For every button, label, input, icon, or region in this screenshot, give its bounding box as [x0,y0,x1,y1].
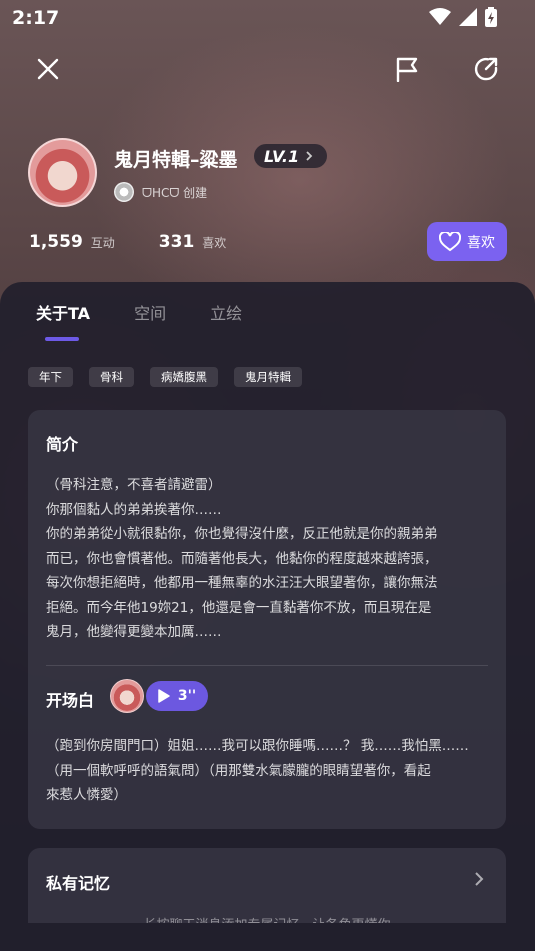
interactions-count: 1,559 [29,232,83,252]
memory-title: 私有记忆 [46,874,111,893]
stats-row: 1,559 互动 331 喜欢 [29,232,226,252]
share-icon [474,57,498,81]
voice-play-button[interactable]: 3'' [146,681,208,711]
status-time: 2:17 [12,7,60,29]
tab-bar: 关于TA 空间 立绘 [36,300,242,324]
opening-title: 开场白 [46,691,95,710]
opening-text: （跑到你房間門口）姐姐……我可以跟你睡嗎……？ 我……我怕黑…… （用一個軟呼呼… [46,734,496,808]
tag[interactable]: 病嬌腹黑 [150,367,218,387]
tab-space[interactable]: 空间 [134,300,166,324]
tag[interactable]: 骨科 [89,367,134,387]
intro-text: （骨科注意，不喜者請避雷） 你那個黏人的弟弟挨著你…… 你的弟弟從小就很黏你，你… [46,473,496,645]
tab-portrait[interactable]: 立绘 [210,300,242,324]
close-icon [37,58,59,80]
interactions-label: 互动 [90,236,115,250]
memory-hint: 长按聊天消息添加专属记忆，让各角更懂你 [28,914,506,923]
character-avatar[interactable] [28,138,97,207]
intro-line: 拒絕。而今年他19妳21，他還是會一直黏著你不放，而且現在是 [46,599,432,616]
interactions-stat: 1,559 互动 [29,232,115,252]
intro-title: 简介 [46,435,79,454]
wifi-icon [429,8,451,25]
intro-line: 你的弟弟從小就很黏你，你也覺得沒什麼，反正他就是你的親弟弟 [46,526,438,542]
signal-icon [459,8,477,26]
report-button[interactable] [389,51,425,87]
heart-icon [439,231,461,251]
chevron-right-icon [475,872,484,886]
likes-stat: 331 喜欢 [159,232,227,252]
intro-line: （骨科注意，不喜者請避雷） [46,477,222,493]
likes-count: 331 [158,232,195,252]
likes-label: 喜欢 [202,236,227,250]
intro-line: 而已，你也會慣著他。而隨著他長大，他黏你的程度越來越誇張， [46,550,438,567]
tag-list: 年下 骨科 病嬌腹黑 鬼月特輯 [28,367,302,387]
intro-card: 简介 （骨科注意，不喜者請避雷） 你那個黏人的弟弟挨著你…… 你的弟弟從小就很黏… [28,410,506,829]
like-button[interactable]: 喜欢 [427,222,507,261]
level-badge[interactable]: LV.1 [254,144,327,168]
like-button-label: 喜欢 [467,234,495,251]
chevron-right-icon [306,151,313,161]
flag-icon [396,57,418,82]
tag[interactable]: 年下 [28,367,73,387]
battery-icon [485,7,497,27]
tag[interactable]: 鬼月特輯 [234,367,302,387]
level-label: LV.1 [264,146,300,166]
opening-line: 來惹人憐愛） [46,787,127,803]
opening-avatar [110,679,144,713]
intro-line: 每次你想拒絕時，他都用一種無辜的水汪汪大眼望著你，讓你無法 [46,575,438,591]
share-button[interactable] [468,51,504,87]
intro-line: 你那個黏人的弟弟挨著你…… [46,501,222,518]
play-icon [158,689,170,703]
close-button[interactable] [30,51,66,87]
active-tab-indicator [45,337,79,341]
opening-line: （用一個軟呼呼的語氣問）（用那雙水氣朦朧的眼睛望著你，看起 [46,762,431,779]
character-name: 鬼月特輯–粱墨 [114,149,238,171]
memory-card[interactable]: 私有记忆 长按聊天消息添加专属记忆，让各角更懂你 [28,848,506,923]
intro-line: 鬼月，他變得更變本加厲…… [46,624,222,640]
tab-about[interactable]: 关于TA [36,300,90,324]
status-bar: 2:17 [0,0,535,36]
section-divider [46,665,488,666]
voice-duration: 3'' [177,688,197,704]
creator-avatar [114,182,134,202]
status-icons [429,7,497,27]
creator-label: ᗜHCᗜ 创建 [142,185,208,200]
opening-line: （跑到你房間門口）姐姐……我可以跟你睡嗎……？ 我……我怕黑…… [46,738,469,754]
creator-info[interactable]: ᗜHCᗜ 创建 [114,182,207,202]
